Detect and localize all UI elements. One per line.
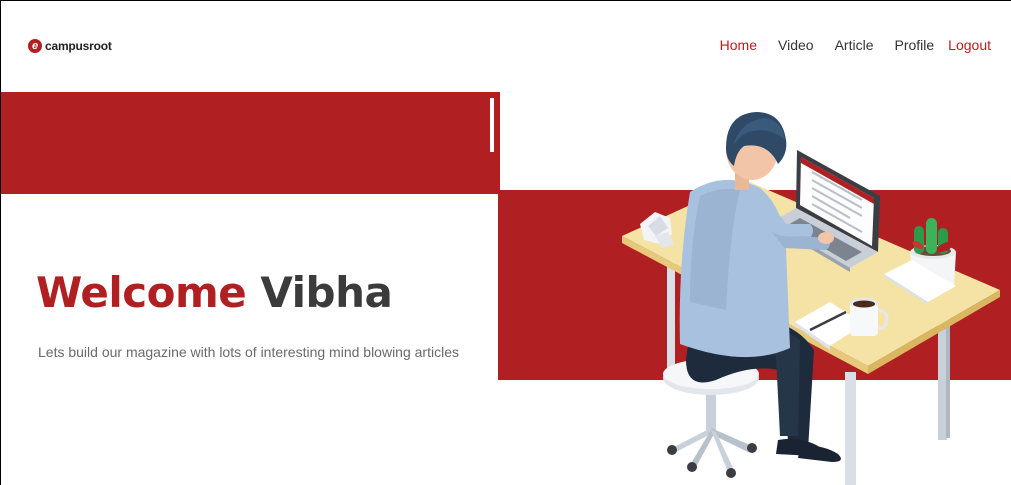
navbar: e campusroot Home Video Article Profile … [0,0,1011,88]
hero-band-accent [490,98,494,152]
nav-profile-link[interactable]: Profile [894,37,934,53]
brand-name: campusroot [45,39,112,53]
person-at-desk-illustration [622,112,1000,485]
hero-subtitle: Lets build our magazine with lots of int… [38,344,459,360]
nav-video-link[interactable]: Video [778,37,814,53]
hero-band-top [0,92,500,194]
brand-logo[interactable]: e campusroot [28,38,112,54]
nav-article-link[interactable]: Article [835,37,874,53]
welcome-greeting: Welcome [36,268,247,317]
page: e campusroot Home Video Article Profile … [0,0,1011,485]
main-nav: Home Video Article Profile Logout [699,37,991,53]
logout-link[interactable]: Logout [948,37,991,53]
nav-home-link[interactable]: Home [720,37,757,53]
welcome-heading: Welcome Vibha [36,272,393,314]
logo-e-icon: e [28,39,42,53]
welcome-user-name: Vibha [260,268,393,317]
